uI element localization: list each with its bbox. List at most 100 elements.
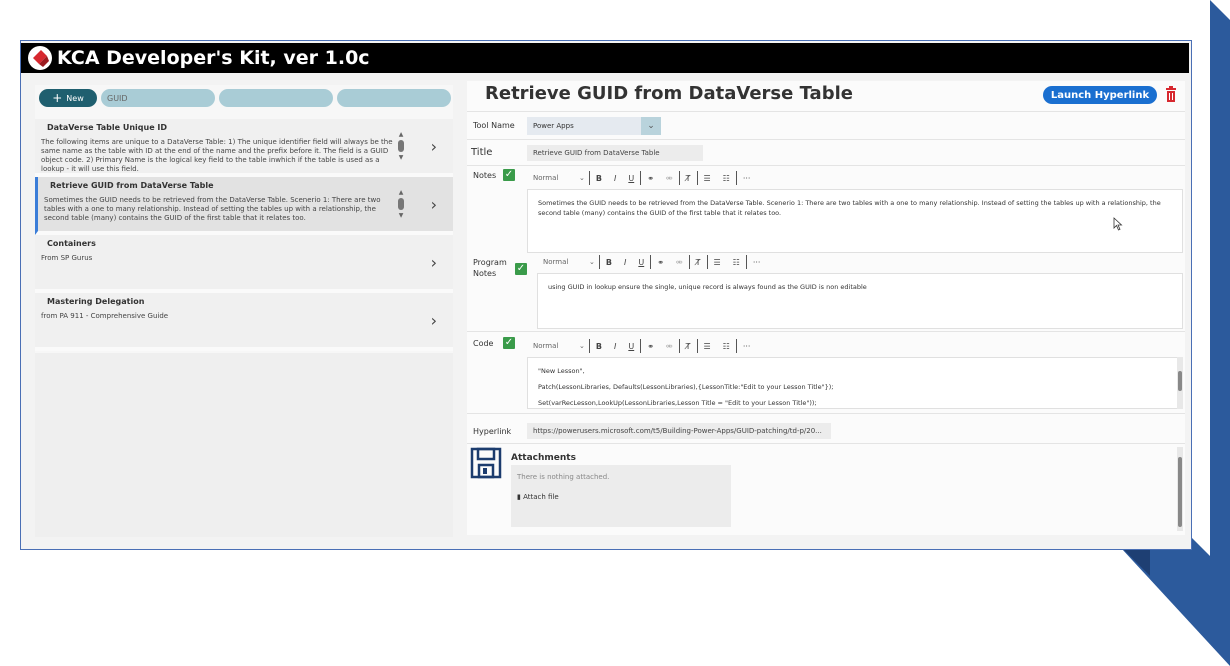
trash-icon[interactable] [1165,86,1177,102]
clear-format-icon[interactable]: T̸ [680,174,697,183]
code-scrollbar[interactable] [1177,357,1183,409]
chevron-right-icon[interactable]: › [431,253,437,272]
decorative-corner-bottom [1110,536,1230,666]
more-icon[interactable]: ··· [747,258,767,267]
bold-icon[interactable]: B [590,174,608,183]
format-select[interactable]: Normal [537,258,589,266]
notes-label: Notes [473,171,497,180]
list-item-title: DataVerse Table Unique ID [47,123,168,132]
chevron-down-icon[interactable]: ⌄ [589,258,599,266]
checkmark-icon: ✓ [515,263,527,275]
code-line: Set(varRecLesson,LookUp(LessonLibraries,… [538,399,817,407]
chevron-right-icon[interactable]: › [431,195,437,214]
new-button[interactable]: + New [39,89,97,107]
unlink-icon[interactable]: ⚮ [670,258,689,267]
underline-icon[interactable]: U [632,258,650,267]
attachments-control[interactable]: There is nothing attached. ▮ Attach file [511,465,731,527]
filter-input-3[interactable] [337,89,451,107]
link-icon[interactable]: ⚭ [641,342,660,351]
divider [467,165,1185,166]
search-row: + New GUID [37,89,453,109]
tool-name-value: Power Apps [533,122,574,130]
ordered-list-icon[interactable]: ☰ [698,174,717,183]
ordered-list-icon[interactable]: ☰ [708,258,727,267]
title-field[interactable]: Retrieve GUID from DataVerse Table [527,145,703,161]
launch-hyperlink-button[interactable]: Launch Hyperlink [1043,86,1157,104]
chevron-down-icon[interactable]: ⌄ [579,342,589,350]
attach-file-link[interactable]: ▮ Attach file [517,493,725,501]
attachments-scrollbar[interactable] [1177,447,1183,531]
list-item-title: Retrieve GUID from DataVerse Table [50,181,214,190]
list-item[interactable]: Containers From SP Gurus › [35,235,453,293]
attachments-label: Attachments [511,453,576,463]
item-scrollbar[interactable]: ▲ ▼ [397,131,405,165]
tool-name-label: Tool Name [473,121,515,130]
list-item-desc: Sometimes the GUID needs to be retrieved… [44,196,381,222]
list-item-title: Containers [47,239,96,248]
bullet-list-icon[interactable]: ☷ [717,174,736,183]
hyperlink-label: Hyperlink [473,427,512,436]
italic-icon[interactable]: I [618,258,632,267]
hyperlink-field[interactable]: https://powerusers.microsoft.com/t5/Buil… [527,423,831,439]
format-select[interactable]: Normal [527,174,579,182]
link-icon[interactable]: ⚭ [641,174,660,183]
code-label: Code [473,339,494,348]
underline-icon[interactable]: U [622,342,640,351]
chevron-down-icon[interactable]: ⌄ [641,117,661,135]
left-panel: + New GUID DataVerse Table Unique ID The… [35,85,453,537]
ordered-list-icon[interactable]: ☰ [698,342,717,351]
program-notes-label: Program Notes [473,257,507,279]
notes-editor[interactable]: Sometimes the GUID needs to be retrieved… [527,189,1183,253]
chevron-right-icon[interactable]: › [431,311,437,330]
list-item[interactable]: Mastering Delegation from PA 911 - Compr… [35,293,453,351]
list-item[interactable]: DataVerse Table Unique ID The following … [35,119,453,177]
format-select[interactable]: Normal [527,342,579,350]
kca-logo-icon [28,46,52,70]
program-notes-rich-text-toolbar: Normal ⌄ B I U ⚭ ⚮ T̸ ☰ ☷ ··· [537,253,766,271]
attachments-empty-text: There is nothing attached. [517,473,610,481]
program-notes-label-line2: Notes [473,269,497,278]
code-editor[interactable]: "New Lesson", Patch(LessonLibraries, Def… [527,357,1183,409]
divider [467,443,1185,444]
divider [467,413,1185,414]
italic-icon[interactable]: I [608,174,622,183]
chevron-right-icon[interactable]: › [431,137,437,156]
unlink-icon[interactable]: ⚮ [660,342,679,351]
unlink-icon[interactable]: ⚮ [660,174,679,183]
link-icon[interactable]: ⚭ [651,258,670,267]
bold-icon[interactable]: B [600,258,618,267]
bullet-list-icon[interactable]: ☷ [717,342,736,351]
plus-icon: + [52,91,63,105]
underline-icon[interactable]: U [622,174,640,183]
tool-name-dropdown[interactable]: Power Apps ⌄ [527,117,661,135]
clear-format-icon[interactable]: T̸ [690,258,707,267]
paperclip-icon: ▮ [517,493,521,501]
search-input[interactable]: GUID [101,89,215,107]
program-notes-editor[interactable]: using GUID in lookup ensure the single, … [537,273,1183,329]
bullet-list-icon[interactable]: ☷ [727,258,746,267]
checkmark-icon: ✓ [503,169,515,181]
italic-icon[interactable]: I [608,342,622,351]
filter-input-2[interactable] [219,89,333,107]
more-icon[interactable]: ··· [737,342,757,351]
notes-text: Sometimes the GUID needs to be retrieved… [538,199,1161,217]
attach-file-label: Attach file [523,493,559,501]
list-item-desc: From SP Gurus [41,254,93,262]
item-scrollbar[interactable]: ▲ ▼ [397,189,405,223]
chevron-down-icon[interactable]: ⌄ [579,174,589,182]
new-button-label: New [66,93,84,103]
list-item-selected[interactable]: Retrieve GUID from DataVerse Table Somet… [35,177,453,235]
code-line: "New Lesson", [538,367,585,375]
save-icon[interactable] [470,447,502,479]
program-notes-text: using GUID in lookup ensure the single, … [548,283,867,291]
list-item-desc: from PA 911 - Comprehensive Guide [41,312,169,320]
program-notes-label-line1: Program [473,258,507,267]
clear-format-icon[interactable]: T̸ [680,342,697,351]
more-icon[interactable]: ··· [737,174,757,183]
code-rich-text-toolbar: Normal ⌄ B I U ⚭ ⚮ T̸ ☰ ☷ ··· [527,337,756,355]
title-bar: KCA Developer's Kit, ver 1.0c [21,43,1189,73]
title-label: Title [471,147,493,158]
bold-icon[interactable]: B [590,342,608,351]
list-item-desc: The following items are unique to a Data… [41,138,393,173]
detail-title: Retrieve GUID from DataVerse Table [485,83,853,104]
